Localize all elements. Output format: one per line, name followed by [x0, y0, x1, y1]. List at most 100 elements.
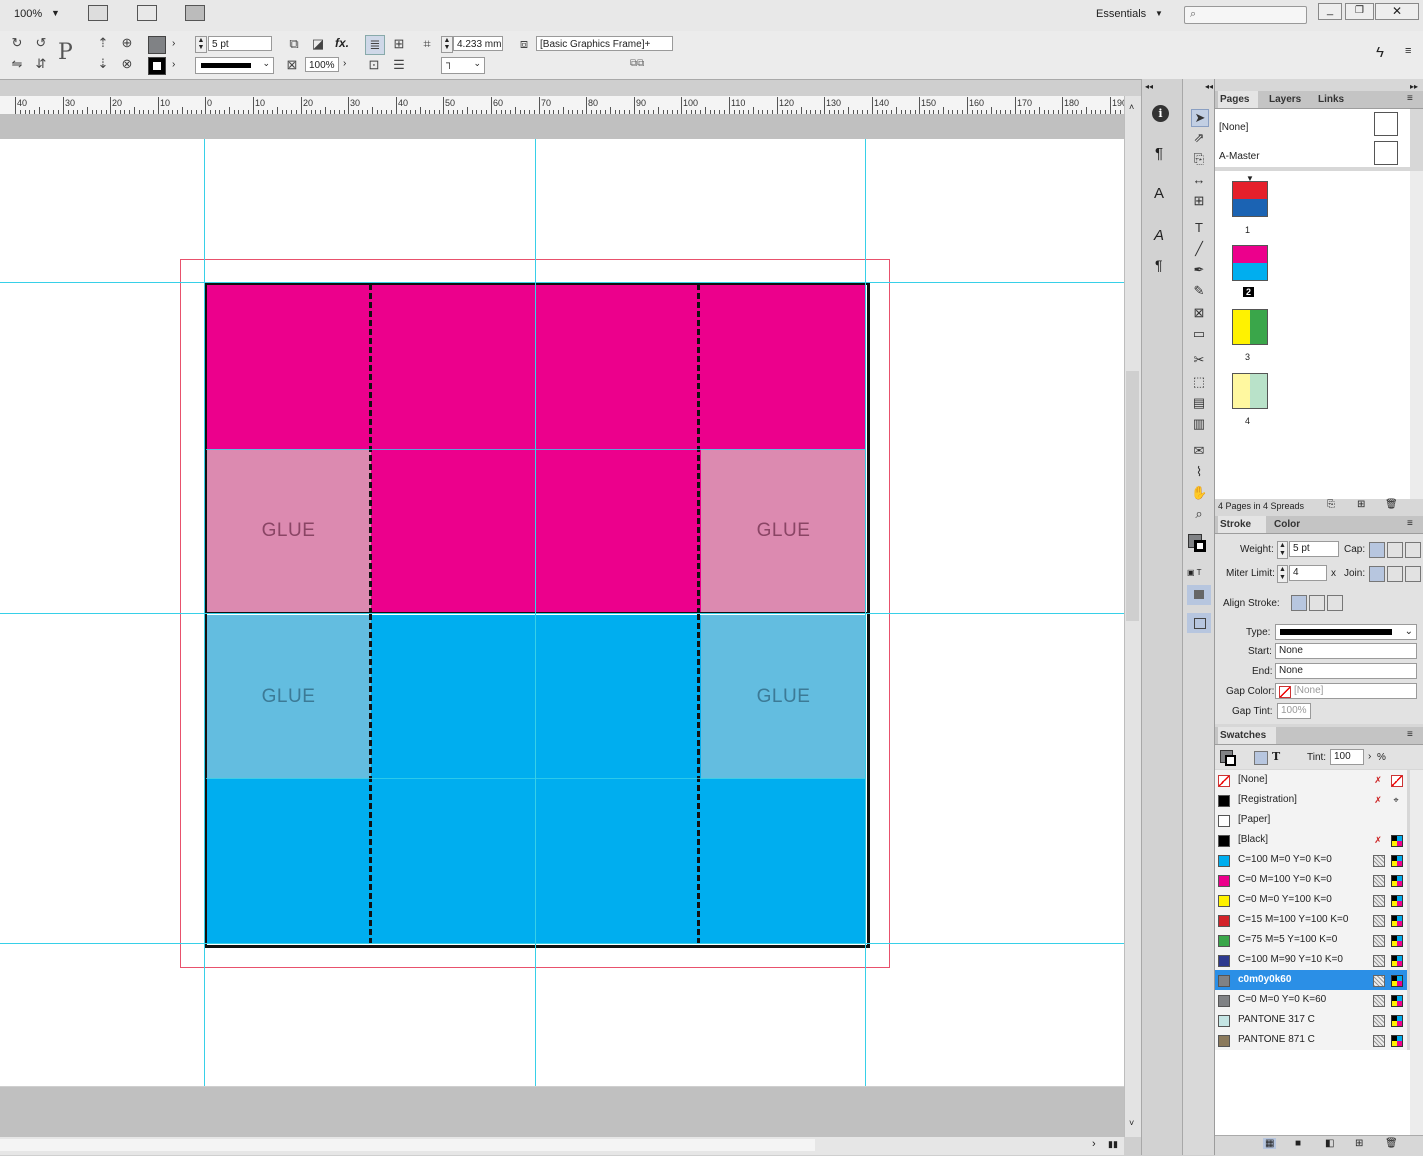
swatch-row[interactable]: C=0 M=0 Y=100 K=0: [1215, 890, 1407, 911]
swatch-row[interactable]: c0m0y0k60: [1215, 970, 1407, 991]
free-transform-tool-icon[interactable]: ⬚: [1191, 374, 1207, 390]
swatch-row[interactable]: C=15 M=100 Y=100 K=0: [1215, 910, 1407, 931]
swatch-row[interactable]: C=100 M=0 Y=0 K=0: [1215, 850, 1407, 871]
collapse-panels-icon[interactable]: ▸▸: [1410, 82, 1418, 91]
swatch-row[interactable]: [Paper]: [1215, 810, 1407, 831]
stroke-box-icon[interactable]: [1194, 540, 1206, 552]
swatch-row[interactable]: [None] ✗: [1215, 770, 1407, 791]
collapse-strip-icon[interactable]: ◂◂: [1145, 82, 1153, 91]
type-dropdown[interactable]: ⌄: [1275, 624, 1417, 640]
text-wrap-box-icon[interactable]: ⊞: [390, 35, 408, 53]
zoom-level[interactable]: 100%: [14, 8, 42, 20]
stroke-weight-field[interactable]: 5 pt: [208, 36, 272, 51]
swatch-row[interactable]: [Registration] ✗ ⌖: [1215, 790, 1407, 811]
start-dropdown[interactable]: None: [1275, 643, 1417, 659]
end-dropdown[interactable]: None: [1275, 663, 1417, 679]
tab-layers[interactable]: Layers: [1269, 94, 1301, 105]
scroll-up-icon[interactable]: ˄: [1129, 102, 1134, 112]
swatch-row[interactable]: C=75 M=5 Y=100 K=0: [1215, 930, 1407, 951]
show-gradient-swatches-icon[interactable]: ◧: [1325, 1138, 1334, 1149]
direct-selection-tool-icon[interactable]: ⇗: [1191, 130, 1207, 146]
swatch-row[interactable]: PANTONE 317 C: [1215, 1010, 1407, 1031]
weight-stepper[interactable]: ▲ ▼: [195, 36, 207, 53]
master-none[interactable]: [None]: [1219, 122, 1248, 133]
flip-vertical-icon[interactable]: ⇵: [32, 55, 50, 73]
formatting-container-icon[interactable]: ▣ T: [1187, 568, 1202, 577]
control-panel-menu-icon[interactable]: ≡: [1405, 45, 1411, 57]
tint-field[interactable]: 100: [1330, 749, 1364, 765]
arrange-documents-icon[interactable]: [185, 5, 205, 21]
page-tool-icon[interactable]: ⎘: [1191, 151, 1207, 167]
scroll-right-icon[interactable]: ›: [1092, 1138, 1096, 1150]
swatches-scrollbar[interactable]: [1410, 770, 1423, 1150]
split-layout-icon[interactable]: ▮▮: [1108, 1139, 1118, 1150]
corner-shape-dropdown[interactable]: ┐ ⌄: [441, 57, 485, 74]
zoom-tool-icon[interactable]: ⌕: [1191, 506, 1207, 522]
fill-swatch[interactable]: [148, 36, 166, 54]
paragraph-styles-icon[interactable]: ¶: [1155, 257, 1163, 273]
tab-swatches[interactable]: Swatches: [1218, 727, 1276, 744]
master-a-thumb[interactable]: [1374, 141, 1398, 165]
vertical-scrollbar[interactable]: ˄ ˅: [1124, 96, 1141, 1137]
tint-chevron-icon[interactable]: ›: [1368, 751, 1371, 762]
stroke-swatch-icon[interactable]: [1225, 755, 1236, 766]
note-tool-icon[interactable]: ✉: [1191, 443, 1207, 459]
collapse-tools-icon[interactable]: ◂◂: [1205, 82, 1213, 91]
zoom-dropdown-icon[interactable]: ▼: [51, 8, 60, 18]
scissors-tool-icon[interactable]: ✂: [1191, 352, 1207, 368]
character-icon[interactable]: A: [1154, 185, 1164, 202]
scroll-thumb[interactable]: [0, 1139, 815, 1151]
workspace-switcher[interactable]: Essentials: [1096, 8, 1146, 20]
select-previous-icon[interactable]: ⇣: [94, 55, 112, 73]
select-container-icon[interactable]: ⇡: [94, 34, 112, 52]
bevel-join-button[interactable]: [1405, 566, 1421, 582]
delete-swatch-icon[interactable]: 🗑: [1385, 1138, 1398, 1149]
swatch-row[interactable]: [Black] ✗: [1215, 830, 1407, 851]
close-button[interactable]: ✕: [1375, 3, 1419, 20]
swatches-menu-icon[interactable]: ≡: [1407, 729, 1413, 740]
stroke-menu-icon[interactable]: ≡: [1407, 518, 1413, 529]
swatch-row[interactable]: C=100 M=90 Y=10 K=0: [1215, 950, 1407, 971]
new-swatch-icon[interactable]: ⊞: [1355, 1138, 1363, 1149]
align-center-button[interactable]: [1291, 595, 1307, 611]
swatch-row[interactable]: C=0 M=0 Y=0 K=60: [1215, 990, 1407, 1011]
formatting-text-icon[interactable]: T: [1272, 750, 1280, 763]
stroke-swatch[interactable]: [148, 57, 166, 75]
offset-stepper[interactable]: ▲ ▼: [441, 36, 453, 53]
rotate-ccw-icon[interactable]: ↺: [32, 34, 50, 52]
normal-view-icon[interactable]: [1187, 585, 1211, 605]
page-thumb-1[interactable]: [1232, 181, 1268, 217]
select-content-icon[interactable]: ⊕: [118, 34, 136, 52]
page-thumb-2[interactable]: [1232, 245, 1268, 281]
fx-icon[interactable]: fx.: [335, 36, 349, 50]
rectangle-frame-tool-icon[interactable]: ⊠: [1191, 305, 1207, 321]
show-all-swatches-icon[interactable]: ▦: [1263, 1138, 1277, 1149]
view-options-icon[interactable]: [88, 5, 108, 21]
butt-cap-button[interactable]: [1369, 542, 1385, 558]
rotate-cw-icon[interactable]: ↻: [8, 34, 26, 52]
gap-tint-field[interactable]: 100%: [1277, 703, 1311, 719]
character-styles-icon[interactable]: A: [1154, 227, 1164, 244]
minimize-button[interactable]: _: [1318, 3, 1342, 20]
stroke-type-dropdown[interactable]: ⌄: [195, 57, 274, 74]
line-tool-icon[interactable]: ╱: [1191, 241, 1207, 257]
text-wrap-shape-icon[interactable]: ⊡: [365, 56, 383, 74]
row-guide[interactable]: [0, 613, 1124, 614]
paragraph-icon[interactable]: ¶: [1155, 145, 1163, 162]
tab-color[interactable]: Color: [1274, 519, 1300, 530]
preview-mode-icon[interactable]: [1187, 613, 1211, 633]
master-a[interactable]: A-Master: [1219, 151, 1260, 162]
drop-shadow-icon[interactable]: ◪: [309, 35, 327, 53]
content-collector-icon[interactable]: ⊞: [1191, 193, 1207, 209]
weight-field[interactable]: 5 pt: [1289, 541, 1339, 557]
effects-icon[interactable]: ⧉: [285, 35, 303, 53]
screen-mode-icon[interactable]: [137, 5, 157, 21]
document-canvas[interactable]: GLUE GLUE GLUE GLUE: [0, 139, 1124, 1086]
miter-stepper[interactable]: ▲ ▼: [1277, 565, 1288, 583]
restore-button[interactable]: ❐: [1345, 3, 1374, 20]
reference-point-icon[interactable]: P: [58, 40, 73, 65]
master-none-thumb[interactable]: [1374, 112, 1398, 136]
pen-tool-icon[interactable]: ✒: [1191, 262, 1207, 278]
fill-chevron-icon[interactable]: ›: [172, 38, 175, 49]
text-wrap-none-icon[interactable]: ≣: [365, 35, 385, 55]
